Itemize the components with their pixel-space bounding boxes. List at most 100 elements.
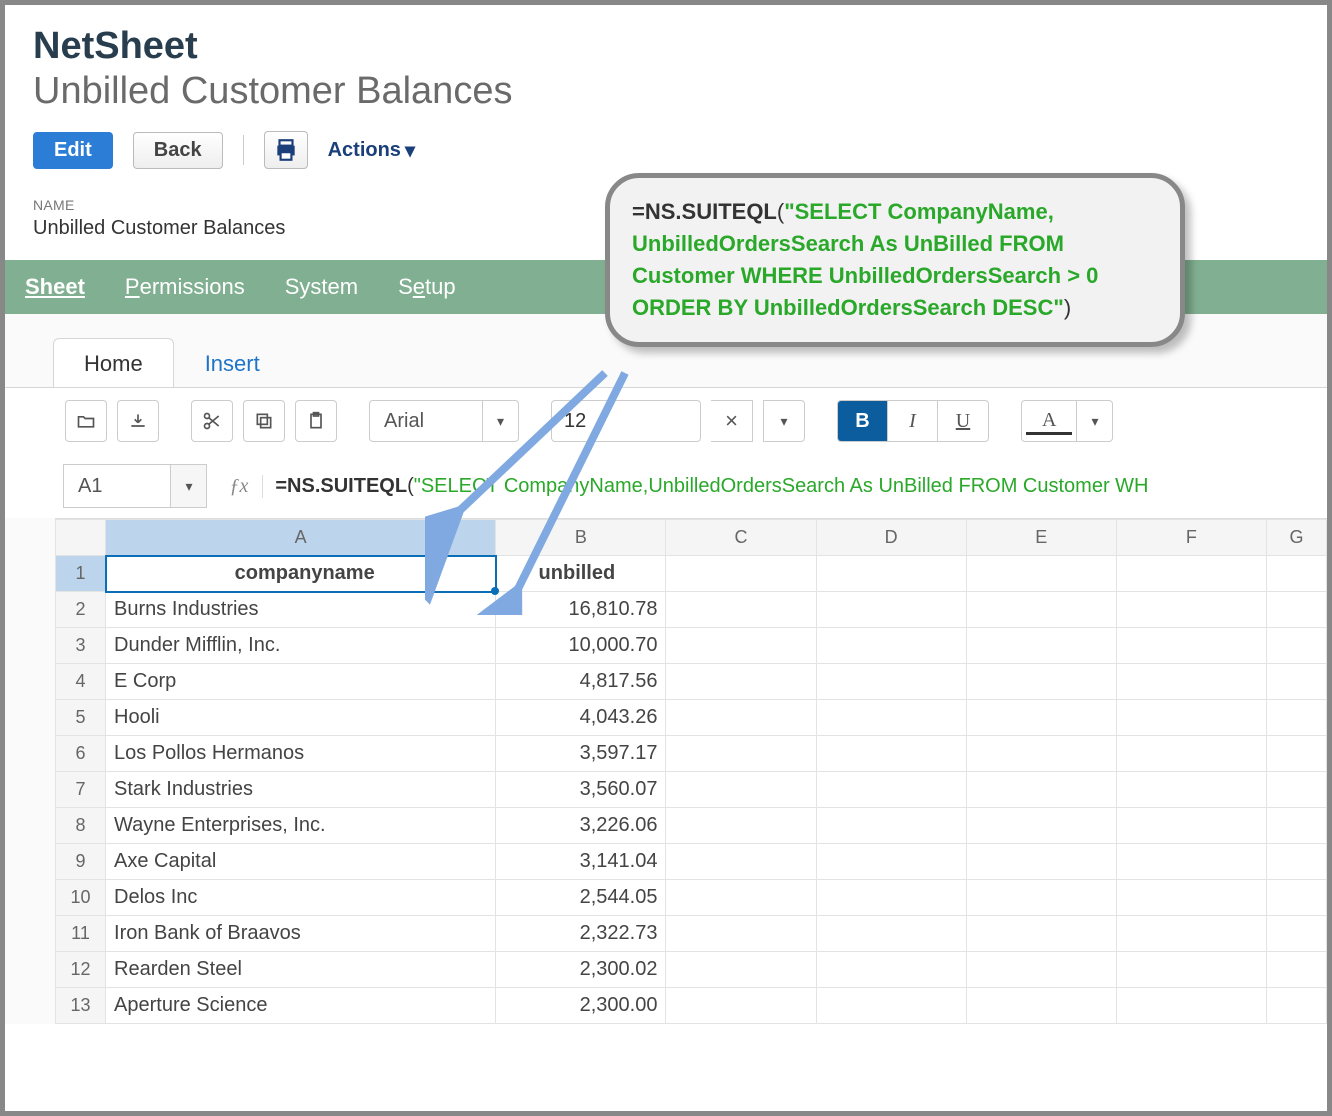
cell[interactable] [816, 772, 966, 808]
cell[interactable] [1116, 808, 1266, 844]
cell[interactable] [816, 700, 966, 736]
cell[interactable] [1266, 772, 1326, 808]
cell[interactable] [1266, 844, 1326, 880]
edit-button[interactable]: Edit [33, 132, 113, 169]
row-header[interactable]: 7 [56, 772, 106, 808]
cell[interactable] [666, 700, 816, 736]
cell[interactable] [1266, 556, 1326, 592]
download-button[interactable] [117, 400, 159, 442]
cell[interactable] [966, 952, 1116, 988]
cell[interactable]: 4,817.56 [496, 664, 666, 700]
row-header[interactable]: 5 [56, 700, 106, 736]
sheet-tab-insert[interactable]: Insert [174, 338, 291, 387]
cell[interactable] [816, 664, 966, 700]
cell[interactable] [1116, 988, 1266, 1024]
cell[interactable] [1266, 916, 1326, 952]
row-header[interactable]: 6 [56, 736, 106, 772]
cell[interactable] [966, 916, 1116, 952]
cell[interactable] [1116, 592, 1266, 628]
cell[interactable] [1266, 664, 1326, 700]
cell[interactable] [1266, 808, 1326, 844]
cell[interactable] [1116, 952, 1266, 988]
cell[interactable] [1266, 952, 1326, 988]
cell[interactable]: 3,141.04 [496, 844, 666, 880]
cell[interactable] [666, 952, 816, 988]
cell[interactable] [816, 916, 966, 952]
cell[interactable] [816, 736, 966, 772]
cell[interactable] [1116, 556, 1266, 592]
cell[interactable]: Wayne Enterprises, Inc. [106, 808, 496, 844]
cell[interactable] [1266, 880, 1326, 916]
row-header[interactable]: 8 [56, 808, 106, 844]
col-header-f[interactable]: F [1116, 520, 1266, 556]
cell[interactable] [1116, 772, 1266, 808]
cell[interactable] [1266, 592, 1326, 628]
open-button[interactable] [65, 400, 107, 442]
cell[interactable]: Los Pollos Hermanos [106, 736, 496, 772]
cell[interactable]: 2,300.02 [496, 952, 666, 988]
tab-permissions[interactable]: Permissions [125, 274, 245, 300]
cell[interactable] [666, 916, 816, 952]
cell[interactable] [816, 988, 966, 1024]
row-header[interactable]: 12 [56, 952, 106, 988]
cell[interactable] [816, 808, 966, 844]
col-header-d[interactable]: D [816, 520, 966, 556]
row-header[interactable]: 13 [56, 988, 106, 1024]
cell[interactable] [1266, 700, 1326, 736]
cell[interactable]: 3,226.06 [496, 808, 666, 844]
chevron-down-icon[interactable] [170, 465, 206, 507]
cell[interactable] [666, 880, 816, 916]
cell[interactable] [666, 736, 816, 772]
bold-button[interactable]: B [838, 401, 888, 441]
cell[interactable]: Rearden Steel [106, 952, 496, 988]
row-header[interactable]: 4 [56, 664, 106, 700]
clear-size-button[interactable]: × [711, 400, 753, 442]
cell[interactable] [1116, 664, 1266, 700]
cell[interactable]: 2,544.05 [496, 880, 666, 916]
cell[interactable] [966, 772, 1116, 808]
col-header-c[interactable]: C [666, 520, 816, 556]
cell[interactable]: Dunder Mifflin, Inc. [106, 628, 496, 664]
actions-menu[interactable]: Actions ▾ [328, 138, 415, 163]
cell[interactable] [1266, 628, 1326, 664]
cell[interactable]: Stark Industries [106, 772, 496, 808]
cell[interactable]: 2,322.73 [496, 916, 666, 952]
cell[interactable] [966, 844, 1116, 880]
cell-reference-box[interactable]: A1 [63, 464, 207, 508]
tab-sheet[interactable]: Sheet [25, 274, 85, 300]
cell[interactable] [966, 988, 1116, 1024]
cell[interactable] [666, 664, 816, 700]
cell[interactable] [666, 556, 816, 592]
cell[interactable] [816, 592, 966, 628]
cell[interactable] [1266, 988, 1326, 1024]
cell[interactable]: Aperture Science [106, 988, 496, 1024]
row-header[interactable]: 1 [56, 556, 106, 592]
tab-setup[interactable]: Setup [398, 274, 456, 300]
cell[interactable]: E Corp [106, 664, 496, 700]
row-header[interactable]: 2 [56, 592, 106, 628]
print-button[interactable] [264, 131, 308, 169]
row-header[interactable]: 3 [56, 628, 106, 664]
cell[interactable] [1116, 628, 1266, 664]
cell[interactable]: Delos Inc [106, 880, 496, 916]
cell[interactable] [666, 808, 816, 844]
chevron-down-icon[interactable] [1076, 401, 1112, 441]
underline-button[interactable]: U [938, 401, 988, 441]
cell[interactable] [1116, 916, 1266, 952]
cell[interactable] [816, 952, 966, 988]
cell[interactable] [966, 556, 1116, 592]
cell[interactable]: 3,597.17 [496, 736, 666, 772]
row-header[interactable]: 9 [56, 844, 106, 880]
corner-cell[interactable] [56, 520, 106, 556]
size-dropdown[interactable] [763, 400, 805, 442]
cell[interactable] [1266, 736, 1326, 772]
cut-button[interactable] [191, 400, 233, 442]
tab-system[interactable]: System [285, 274, 358, 300]
cell[interactable] [966, 700, 1116, 736]
cell[interactable]: 2,300.00 [496, 988, 666, 1024]
formula-bar[interactable]: =NS.SUITEQL("SELECT CompanyName,Unbilled… [263, 475, 1148, 498]
cell[interactable] [966, 664, 1116, 700]
cell[interactable] [666, 988, 816, 1024]
cell[interactable] [666, 844, 816, 880]
col-header-g[interactable]: G [1266, 520, 1326, 556]
